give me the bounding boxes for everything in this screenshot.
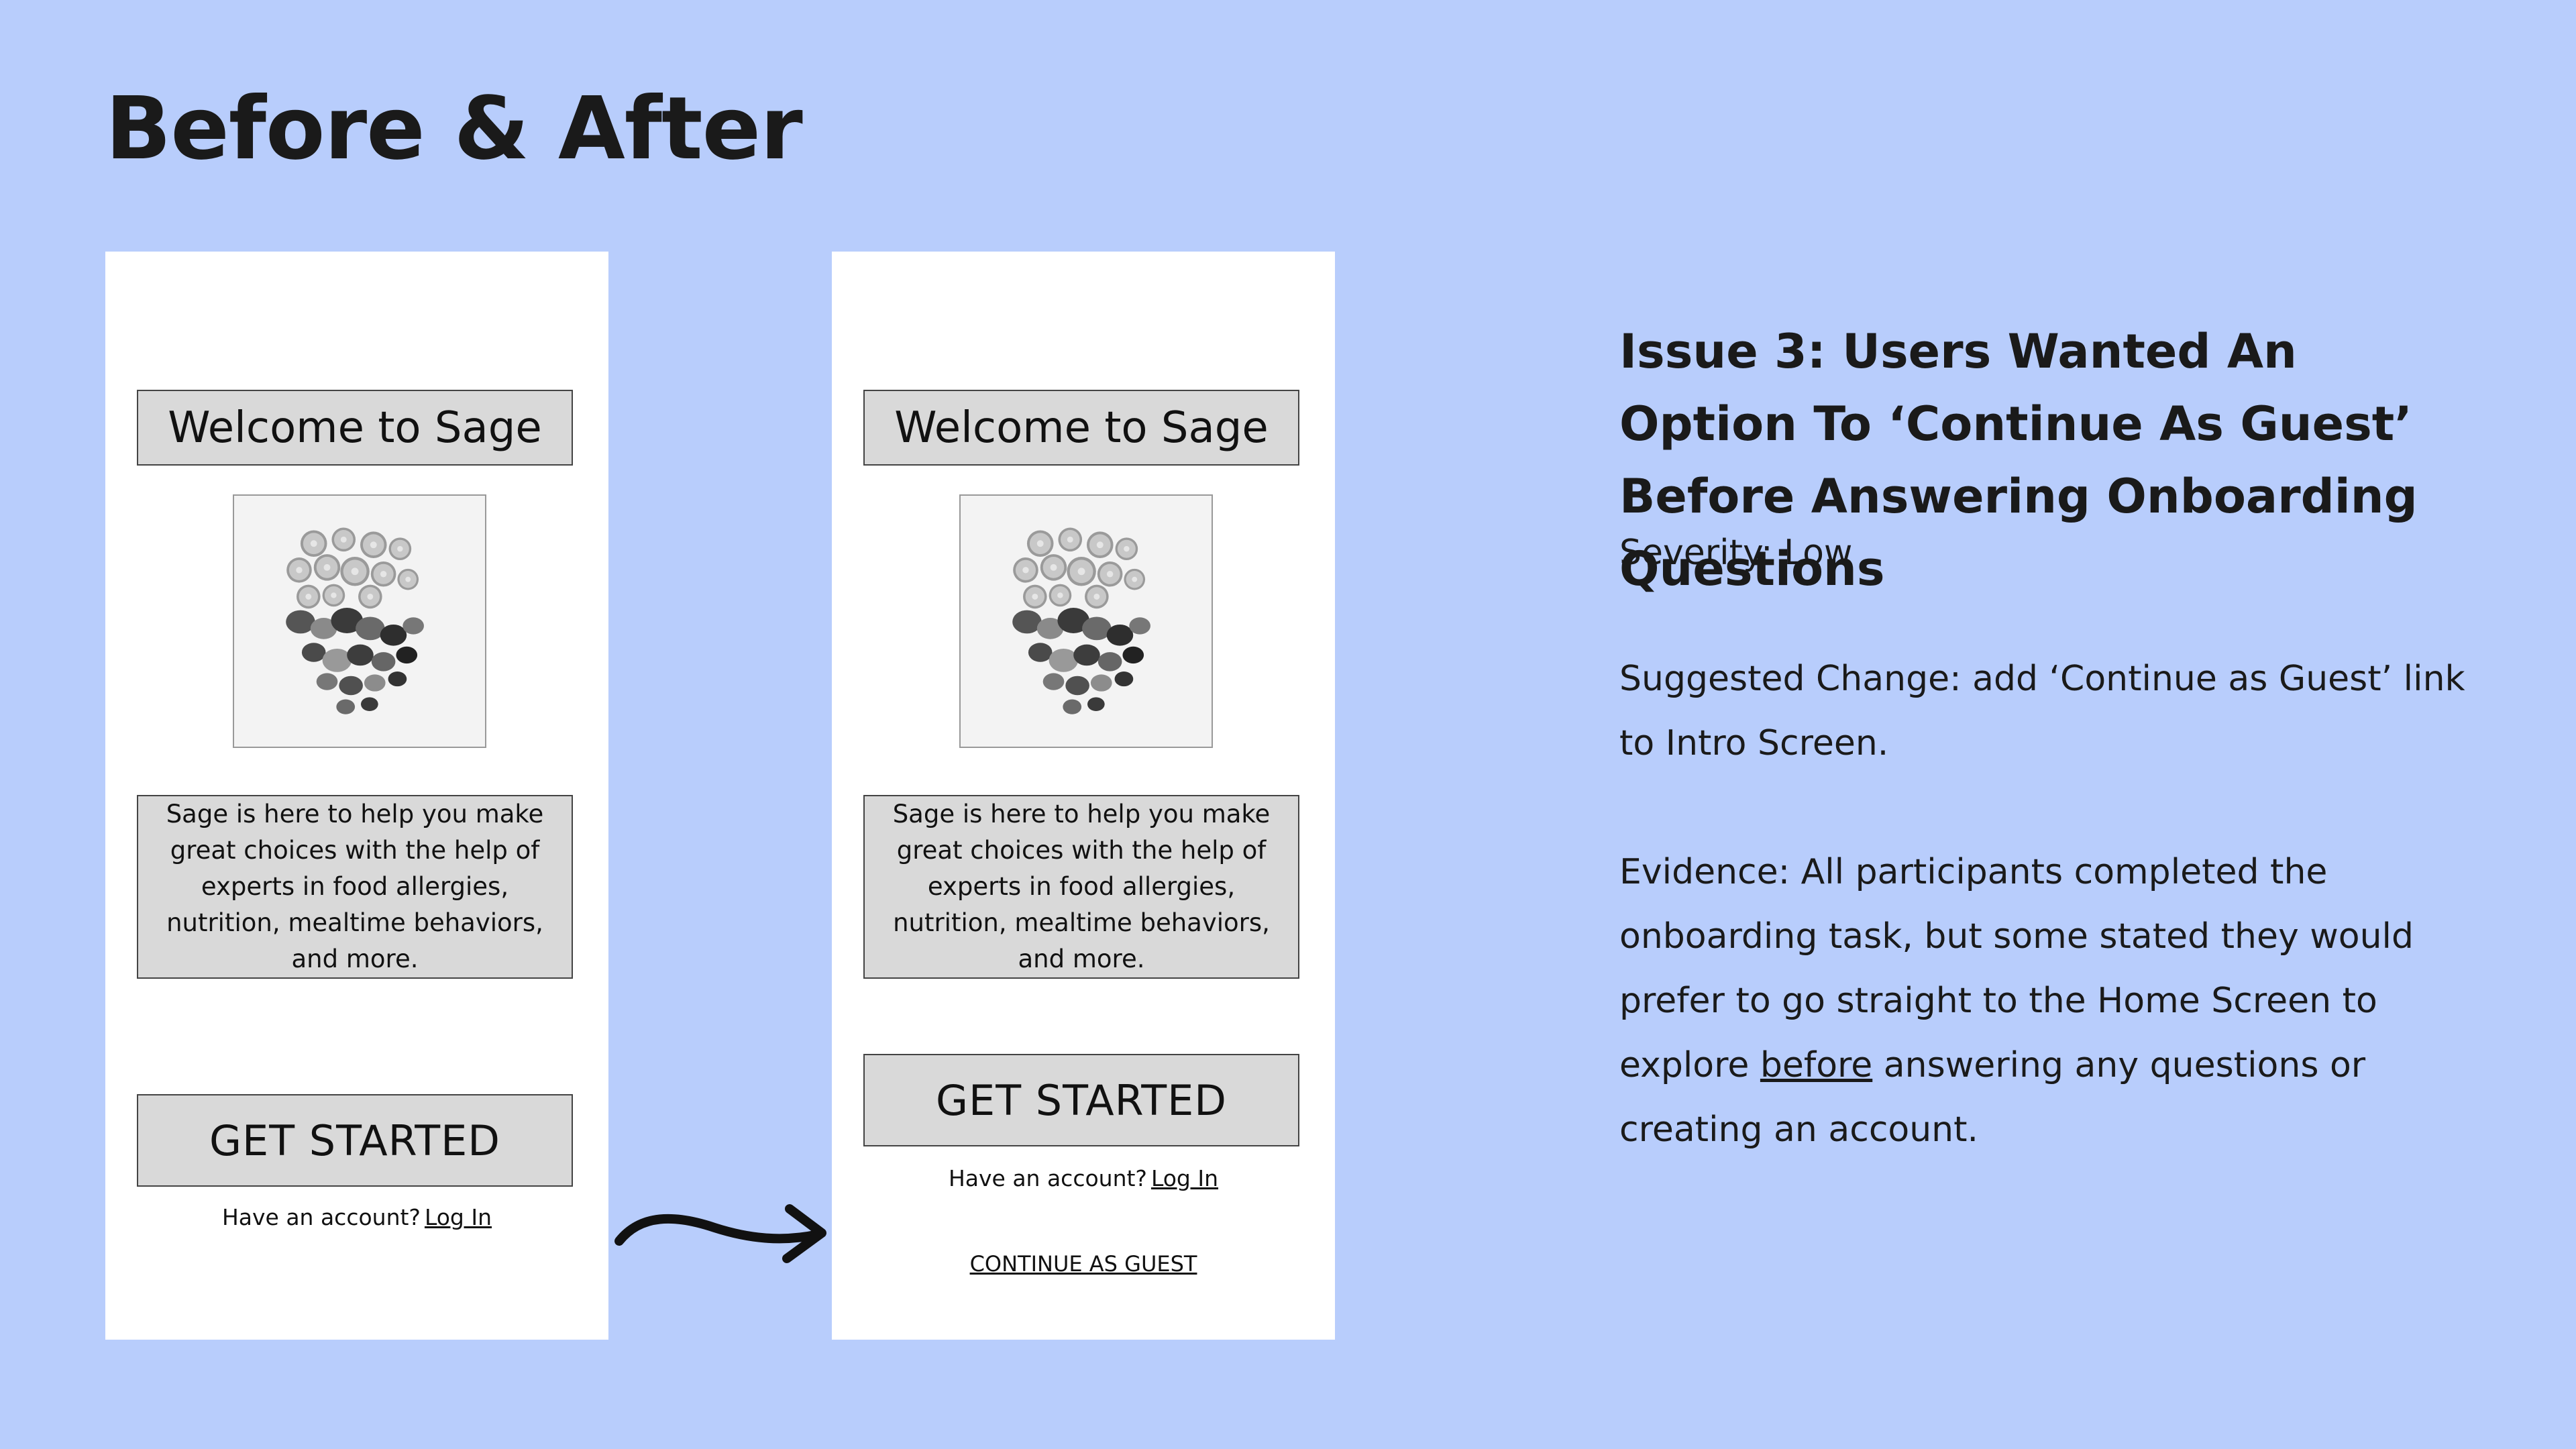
citrus-slice: [1086, 531, 1114, 559]
citrus-slice: [322, 584, 345, 607]
produce-item: [316, 673, 338, 690]
produce-item: [380, 624, 407, 646]
evidence-emphasis: before: [1760, 1045, 1873, 1085]
produce-item: [388, 671, 407, 687]
citrus-slice: [1115, 537, 1138, 560]
citrus-slice: [331, 527, 356, 552]
get-started-button[interactable]: GET STARTED: [137, 1094, 573, 1187]
continue-as-guest-link[interactable]: CONTINUE AS GUEST: [832, 1251, 1335, 1277]
citrus-slice: [1097, 561, 1123, 587]
produce-item: [364, 674, 386, 692]
citrus-slice: [1026, 530, 1054, 557]
produce-item: [360, 697, 378, 711]
food-image: [233, 494, 486, 748]
produce-item: [1129, 617, 1150, 635]
citrus-slice: [1067, 557, 1096, 586]
produce-item: [1090, 674, 1112, 692]
produce-item: [1097, 652, 1122, 672]
login-prompt: Have an account? Log In: [832, 1165, 1335, 1191]
produce-item: [402, 617, 424, 635]
produce-item: [1122, 646, 1144, 664]
login-link[interactable]: Log In: [425, 1204, 492, 1230]
citrus-slice: [297, 584, 321, 609]
citrus-slice: [340, 557, 370, 586]
citrus-slice: [300, 530, 327, 557]
produce-item: [1042, 673, 1065, 690]
produce-item: [371, 652, 396, 672]
produce-item: [339, 676, 363, 696]
get-started-button[interactable]: GET STARTED: [863, 1054, 1299, 1146]
account-prompt-text: Have an account?: [948, 1165, 1147, 1191]
citrus-slice: [313, 554, 341, 581]
produce-item: [322, 648, 352, 672]
page-title: Before & After: [105, 78, 803, 179]
slide: Before & After Welcome to Sage Sage is h…: [0, 0, 2576, 1449]
citrus-slice: [286, 557, 312, 583]
produce-item: [1087, 697, 1105, 711]
produce-item: [1028, 643, 1053, 662]
citrus-slice: [1058, 527, 1083, 552]
produce-item: [301, 643, 326, 662]
before-screen-mockup: Welcome to Sage Sage is here to help you…: [105, 252, 608, 1340]
produce-item: [396, 646, 418, 664]
citrus-slice: [388, 537, 412, 560]
produce-item: [347, 644, 374, 666]
food-image: [959, 494, 1213, 748]
welcome-heading: Welcome to Sage: [863, 390, 1299, 466]
citrus-slice: [1040, 554, 1067, 581]
intro-description: Sage is here to help you make great choi…: [137, 795, 573, 979]
produce-item: [1114, 671, 1134, 687]
produce-item: [1065, 676, 1089, 696]
login-link[interactable]: Log In: [1151, 1165, 1218, 1191]
suggested-change: Suggested Change: add ‘Continue as Guest…: [1619, 659, 2465, 763]
citrus-slice: [1013, 557, 1038, 583]
intro-description: Sage is here to help you make great choi…: [863, 795, 1299, 979]
severity-label: Severity: Low: [1619, 533, 1853, 573]
produce-item: [336, 699, 356, 714]
citrus-slice: [1085, 584, 1109, 609]
evidence-text: Evidence: All participants completed the…: [1619, 840, 2485, 1162]
welcome-heading: Welcome to Sage: [137, 390, 573, 466]
produce-item: [1049, 648, 1079, 672]
citrus-slice: [1023, 584, 1047, 609]
citrus-slice: [1124, 568, 1146, 590]
arrow-right-icon: [614, 1204, 826, 1263]
citrus-slice: [358, 584, 382, 609]
after-screen-mockup: Welcome to Sage Sage is here to help you…: [832, 252, 1335, 1340]
citrus-slice: [360, 531, 387, 559]
produce-item: [1106, 624, 1134, 646]
citrus-slice: [397, 568, 419, 590]
produce-item: [1063, 699, 1082, 714]
account-prompt-text: Have an account?: [221, 1204, 421, 1230]
login-prompt: Have an account? Log In: [105, 1204, 608, 1230]
produce-item: [1073, 644, 1100, 666]
citrus-slice: [1049, 584, 1072, 607]
citrus-slice: [370, 561, 396, 587]
